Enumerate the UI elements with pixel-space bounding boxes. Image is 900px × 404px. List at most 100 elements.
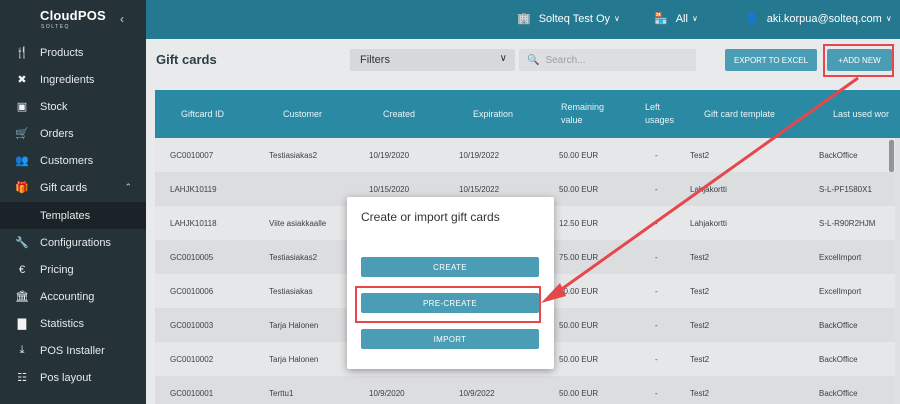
sidebar-item-configurations[interactable]: 🔧 Configurations [0, 229, 146, 256]
table-header: Giftcard ID Customer Created Expiration … [155, 90, 900, 138]
brand-sub: SOLTEQ [41, 24, 70, 30]
company-selector[interactable]: 🏢 Solteq Test Oy ∨ [517, 12, 620, 26]
table-cell: 10/19/2022 [459, 150, 500, 160]
sidebar-item-orders[interactable]: 🛒 Orders [0, 120, 146, 147]
column-header[interactable]: Expiration [473, 90, 513, 138]
table-cell: BackOffice [819, 320, 858, 330]
import-button[interactable]: IMPORT [361, 329, 539, 349]
table-cell: Testiasiakas2 [269, 150, 318, 160]
sidebar-item-pos-layout[interactable]: ☷ Pos layout [0, 364, 146, 391]
table-cell: - [655, 286, 658, 296]
sidebar-item-products[interactable]: 🍴 Products [0, 39, 146, 66]
table-cell: 50.00 EUR [559, 184, 599, 194]
table-cell: 12.50 EUR [559, 218, 599, 228]
column-header[interactable]: Last used wor [833, 90, 889, 138]
column-header[interactable]: Left usages [645, 90, 685, 138]
column-header[interactable]: Remaining value [561, 90, 611, 138]
column-header[interactable]: Customer [283, 90, 322, 138]
store-selector[interactable]: 🏪 All ∨ [654, 12, 698, 26]
filters-dropdown[interactable]: Filters ∨ [350, 49, 515, 71]
table-cell: Test2 [690, 252, 710, 262]
chevron-up-icon: ⌃ [124, 182, 132, 192]
chevron-left-icon[interactable]: ‹ [120, 12, 124, 26]
table-cell: GC0010006 [170, 286, 214, 296]
table-cell: - [655, 320, 658, 330]
chevron-down-icon: ∨ [614, 14, 620, 23]
sidebar-item-stock[interactable]: ▣ Stock [0, 93, 146, 120]
table-cell: ExcelImport [819, 286, 862, 296]
sidebar-item-label: Pos layout [40, 371, 92, 384]
table-row[interactable]: GC0010001 Terttu1 10/9/2020 10/9/2022 50.00 … [155, 376, 895, 404]
filters-label: Filters [360, 54, 390, 66]
sidebar-item-pricing[interactable]: € Pricing [0, 256, 146, 283]
table-cell: S-L-R90R2HJM [819, 218, 876, 228]
table-cell: Lahjakortti [690, 184, 727, 194]
table-cell: - [655, 354, 658, 364]
table-cell: - [655, 184, 658, 194]
column-header[interactable]: Created [383, 90, 415, 138]
table-cell: Tarja Halonen [269, 320, 319, 330]
table-cell: 10/9/2020 [369, 388, 405, 398]
table-scrollbar[interactable] [889, 140, 894, 172]
sidebar: CloudPOS SOLTEQ ‹ 🍴 Products ✖ Ingredien… [0, 0, 146, 404]
search-input[interactable]: 🔍 Search... [519, 49, 696, 71]
sidebar-item-ingredients[interactable]: ✖ Ingredients [0, 66, 146, 93]
warehouse-icon: ▣ [16, 101, 28, 113]
sidebar-item-label: Orders [40, 127, 74, 140]
table-cell: - [655, 388, 658, 398]
search-placeholder: Search... [545, 54, 586, 66]
table-cell: Lahjakortti [690, 218, 727, 228]
logo: CloudPOS SOLTEQ ‹ [0, 0, 146, 39]
user-icon: 👤 [745, 13, 759, 25]
user-menu[interactable]: 👤 aki.korpua@solteq.com ∨ [745, 12, 892, 26]
sidebar-item-gift-cards[interactable]: 🎁 Gift cards ⌃ [0, 174, 146, 201]
pre-create-highlight [355, 286, 541, 323]
column-header[interactable]: Gift card template [704, 90, 775, 138]
table-cell: BackOffice [819, 388, 858, 398]
utensils-cross-icon: ✖ [17, 74, 27, 86]
table-cell: Terttu1 [269, 388, 294, 398]
table-cell: 75.00 EUR [559, 252, 599, 262]
table-cell: Testiasiakas2 [269, 252, 318, 262]
table-cell: - [655, 218, 658, 228]
table-row[interactable]: GC0010007 Testiasiakas2 10/19/2020 10/19/20… [155, 138, 895, 172]
table-cell: 50.00 EUR [559, 150, 599, 160]
table-cell: GC0010002 [170, 354, 214, 364]
table-cell: 50.00 EUR [559, 320, 599, 330]
page-header: Gift cards Filters ∨ 🔍 Search... EXPORT … [146, 39, 900, 81]
sidebar-item-statistics[interactable]: ▇ Statistics [0, 310, 146, 337]
grid-icon: ☷ [17, 372, 27, 384]
sidebar-item-accounting[interactable]: 🏛 Accounting [0, 283, 146, 310]
table-cell: - [655, 252, 658, 262]
chevron-down-icon: ∨ [885, 14, 892, 23]
table-cell: ExcelImport [819, 252, 862, 262]
create-button[interactable]: CREATE [361, 257, 539, 277]
table-cell: LAHJK10119 [170, 184, 217, 194]
page-title: Gift cards [156, 52, 217, 67]
sidebar-item-label: Stock [40, 100, 68, 113]
create-import-modal: Create or import gift cards CREATE PRE-C… [347, 197, 554, 369]
table-cell: BackOffice [819, 354, 858, 364]
table-cell: LAHJK10118 [170, 218, 217, 228]
table-cell: Viite asiakkaalle [269, 218, 327, 228]
add-new-highlight [823, 44, 894, 77]
table-cell: - [655, 150, 658, 160]
cart-icon: 🛒 [15, 128, 29, 140]
wrench-icon: 🔧 [15, 237, 29, 249]
sidebar-item-pos-installer[interactable]: ⤓ POS Installer [0, 337, 146, 364]
sidebar-item-customers[interactable]: 👥 Customers [0, 147, 146, 174]
sidebar-item-templates[interactable]: Templates [0, 202, 146, 229]
company-name: Solteq Test Oy [538, 12, 611, 25]
bank-icon: 🏛 [15, 291, 29, 303]
table-cell: 50.00 EUR [559, 354, 599, 364]
table-cell: Testiasiakas [269, 286, 313, 296]
table-cell: Test2 [690, 388, 710, 398]
table-cell: GC0010001 [170, 388, 214, 398]
table-cell: Test2 [690, 320, 710, 330]
top-bar: 🏢 Solteq Test Oy ∨ 🏪 All ∨ 👤 aki.korpua@… [146, 0, 900, 39]
building-icon: 🏢 [517, 13, 531, 25]
column-header[interactable]: Giftcard ID [181, 90, 224, 138]
table-cell: 10/9/2022 [459, 388, 495, 398]
brand-name: CloudPOS [40, 8, 106, 23]
export-to-excel-button[interactable]: EXPORT TO EXCEL [725, 49, 817, 71]
